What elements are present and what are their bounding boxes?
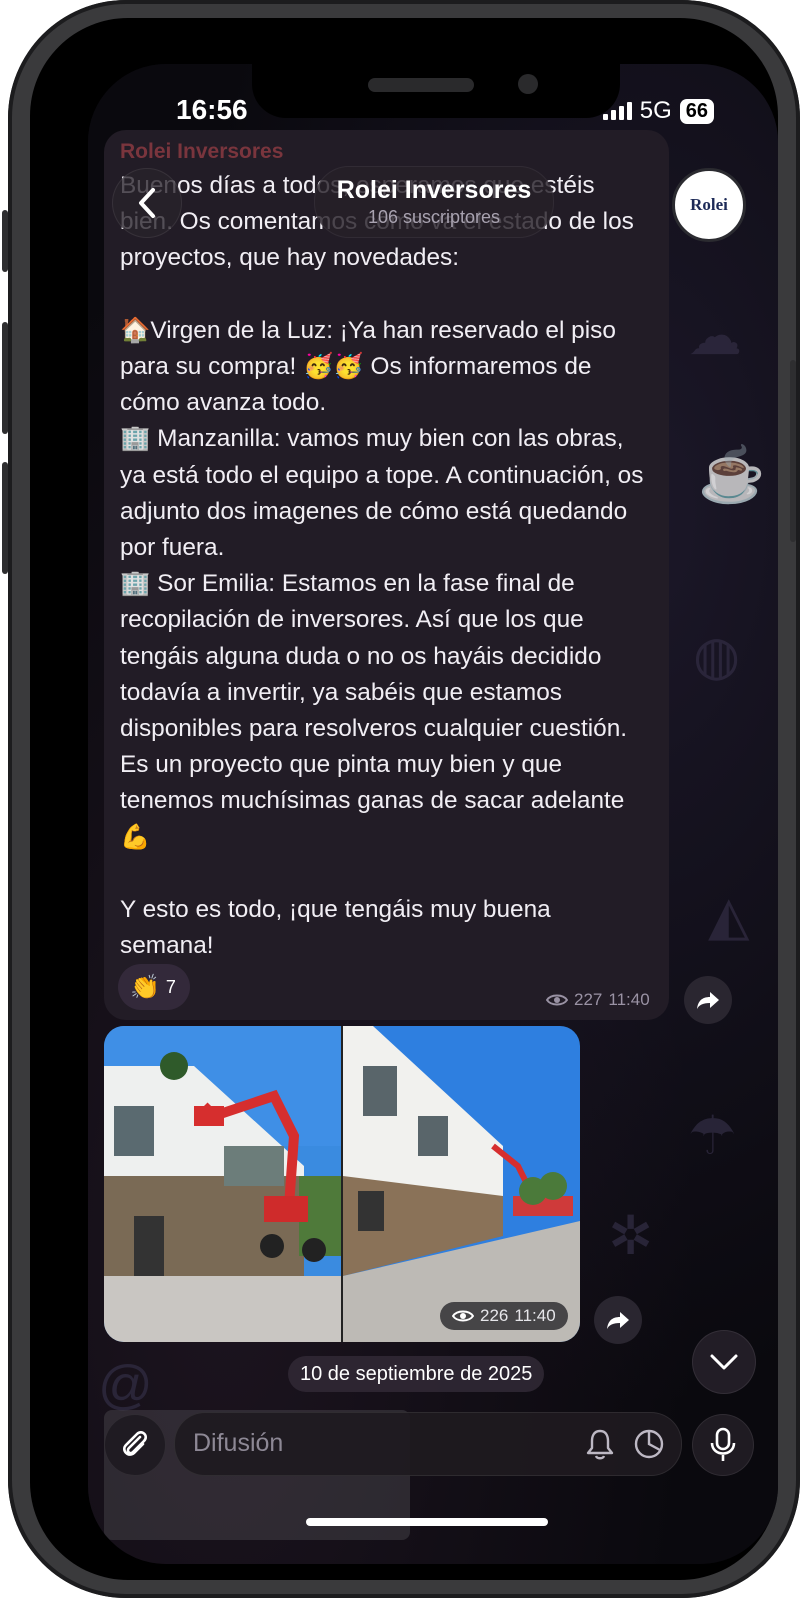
back-button[interactable] [112,168,182,238]
status-icons: 5G 66 [602,97,714,125]
attach-button[interactable] [104,1414,166,1476]
message-text: Buenos días a todos, esperamos que estéi… [120,172,644,960]
photo-album[interactable]: 226 11:40 [104,1026,580,1342]
reaction-count: 7 [165,976,176,997]
globe-icon: ◍ [693,626,741,686]
volume-up-button [2,322,8,434]
subscriber-count: 106 suscriptores [367,207,501,227]
screen: ☁ ☕ ◍ ◭ ☂ ✲ @ 16:56 5G 66 Rolei Inversor… [88,64,778,1564]
scroll-down-button[interactable] [692,1330,756,1394]
signal-icon [602,102,632,120]
album-share-button[interactable] [594,1296,642,1344]
home-indicator[interactable] [306,1518,548,1526]
microphone-icon [710,1427,736,1461]
speaker [368,78,474,92]
camera [518,74,538,94]
input-placeholder: Difusión [193,1429,284,1457]
phone-bezel: ☁ ☕ ◍ ◭ ☂ ✲ @ 16:56 5G 66 Rolei Inversor… [30,18,778,1580]
photo-1[interactable] [104,1026,341,1342]
clapping-hands-icon: 👏 [130,973,160,1001]
date-separator: 10 de septiembre de 2025 [288,1356,545,1392]
silent-switch [2,210,8,272]
avatar-logo: Rolei [690,195,728,214]
umbrella-icon: ☂ [688,1106,737,1166]
pizza-icon: ◭ [708,886,750,946]
paperclip-icon [123,1431,147,1456]
share-button[interactable] [684,976,732,1024]
network-type: 5G [639,97,672,124]
message-sender[interactable]: Rolei Inversores [120,140,283,164]
photo-2[interactable] [343,1026,580,1342]
notch [252,64,620,118]
channel-header[interactable]: Rolei Inversores 106 suscriptores [314,166,554,238]
volume-down-button [2,462,8,574]
power-button [790,360,796,542]
eye-icon [452,1310,474,1322]
album-views: 226 [480,1306,509,1325]
eye-icon [546,994,568,1006]
forward-icon [607,1312,629,1329]
album-meta: 226 11:40 [440,1302,568,1330]
reaction-chip[interactable]: 👏 7 [118,964,190,1010]
palm-icon: ✲ [608,1206,654,1266]
message-meta: 227 11:40 [546,990,650,1010]
status-time: 16:56 [176,94,248,125]
bell-icon[interactable] [585,1428,615,1460]
battery-icon: 66 [679,98,714,124]
chevron-down-icon [710,1354,738,1370]
message-views: 227 [574,990,603,1009]
voice-record-button[interactable] [692,1414,754,1476]
album-time: 11:40 [514,1306,556,1325]
message-time: 11:40 [608,990,650,1009]
cup-icon: ☕ [698,445,766,505]
timer-icon[interactable] [633,1428,665,1460]
forward-icon [697,992,719,1009]
channel-name: Rolei Inversores [336,176,532,204]
doodle-icon: ☁ [688,306,742,366]
chevron-left-icon [139,188,155,218]
snail-icon: @ [98,1355,153,1415]
phone-frame: ☁ ☕ ◍ ◭ ☂ ✲ @ 16:56 5G 66 Rolei Inversor… [2,0,800,1598]
channel-avatar[interactable]: Rolei [672,168,746,242]
message-input[interactable]: Difusión [174,1412,682,1476]
